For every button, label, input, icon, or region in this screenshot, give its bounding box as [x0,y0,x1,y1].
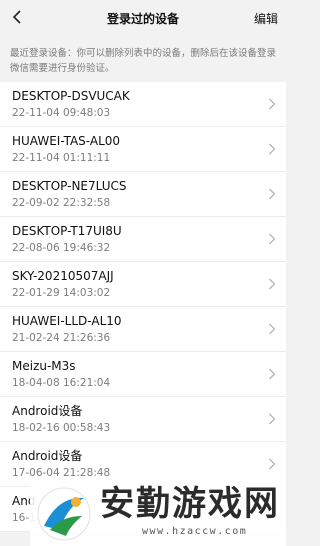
back-button[interactable] [6,6,28,28]
device-name: HUAWEI-LLD-AL10 [12,314,122,328]
device-row[interactable]: SKY-20210507AJJ 22-01-29 14:03:02 [0,262,286,307]
chevron-left-icon [12,10,21,24]
device-login-time: 18-04-08 16:21:04 [12,377,111,389]
device-row[interactable]: HUAWEI-TAS-AL00 22-11-04 01:11:11 [0,127,286,172]
device-list: DESKTOP-DSVUCAK 22-11-04 09:48:03 HUAWEI… [0,82,286,532]
device-name: DESKTOP-T17UI8U [12,224,122,238]
device-login-time: 22-09-02 22:32:58 [12,197,111,209]
watermark-url: www.hzaccw.com [142,526,248,537]
device-name: DESKTOP-DSVUCAK [12,89,130,103]
device-row[interactable]: DESKTOP-DSVUCAK 22-11-04 09:48:03 [0,82,286,127]
device-name: DESKTOP-NE7LUCS [12,179,127,193]
device-login-time: 17-06-04 21:28:48 [12,467,111,479]
device-row[interactable]: Android设备 18-02-16 00:58:43 [0,397,286,442]
device-login-time: 18-02-16 00:58:43 [12,422,111,434]
device-row[interactable]: Meizu-M3s 18-04-08 16:21:04 [0,352,286,397]
chevron-right-icon [269,278,276,290]
device-name: HUAWEI-TAS-AL00 [12,134,121,148]
device-login-time: 21-02-24 21:26:36 [12,332,111,344]
device-row[interactable]: DESKTOP-NE7LUCS 22-09-02 22:32:58 [0,172,286,217]
watermark-logo-icon [37,487,91,541]
chevron-right-icon [269,143,276,155]
chevron-right-icon [269,233,276,245]
site-watermark: 安勤游戏网 www.hzaccw.com [30,482,286,546]
device-name: Android设备 [12,449,83,463]
device-name: Meizu-M3s [12,359,76,373]
edit-button[interactable]: 编辑 [254,10,278,27]
chevron-right-icon [269,458,276,470]
chevron-right-icon [269,98,276,110]
watermark-text: 安勤游戏网 [100,484,280,524]
chevron-right-icon [269,368,276,380]
page-title: 登录过的设备 [106,12,179,26]
device-login-time: 22-08-06 19:46:32 [12,242,111,254]
device-name: SKY-20210507AJJ [12,269,114,283]
device-name: Android设备 [12,404,83,418]
chevron-right-icon [269,188,276,200]
device-login-time: 22-11-04 01:11:11 [12,152,111,164]
device-row[interactable]: Android设备 17-06-04 21:28:48 [0,442,286,487]
chevron-right-icon [269,323,276,335]
device-row[interactable]: HUAWEI-LLD-AL10 21-02-24 21:26:36 [0,307,286,352]
device-row[interactable]: DESKTOP-T17UI8U 22-08-06 19:46:32 [0,217,286,262]
device-login-time: 22-11-04 09:48:03 [12,107,111,119]
notice-text: 最近登录设备：你可以删除列表中的设备，删除后在该设备登录微信需要进行身份验证。 [10,48,277,74]
device-login-time: 22-01-29 14:03:02 [12,287,111,299]
chevron-right-icon [269,413,276,425]
top-bar: 登录过的设备 编辑 [0,0,286,36]
